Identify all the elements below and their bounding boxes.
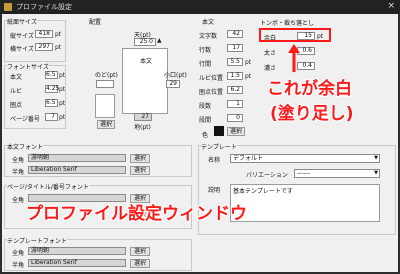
columns-label: 段数 (199, 103, 212, 110)
mouth-label: 小口(pt) (164, 72, 187, 79)
preview-body-label: 本文 (140, 58, 153, 65)
profile-settings-window: 紙面サイズ 縦サイズ 418 pt 横サイズ 297 pt フォントサイズ 本文… (2, 14, 398, 272)
callout-line1: これが余白 (267, 79, 352, 99)
width-unit: pt (55, 44, 62, 51)
app-icon (4, 3, 12, 11)
template-font-fw-label: 全角 (12, 250, 25, 257)
template-header: テンプレート (201, 142, 237, 151)
gutter-label: のど(pt) (95, 72, 118, 79)
column-gap-input[interactable]: 0 (227, 114, 243, 122)
layout-select-button[interactable]: 選択 (97, 120, 115, 129)
font-body-input[interactable]: 6.5 (45, 71, 58, 79)
paper-size-header: 紙面サイズ (7, 17, 37, 26)
body-font-fw-field[interactable]: 游明朝 (28, 154, 126, 162)
title-bar: プロファイル設定 × (0, 0, 400, 14)
bleed-highlight (259, 28, 331, 42)
bottom-margin-label: 地(pt) (134, 124, 151, 131)
ruby-pos-label: ルビ位置 (199, 75, 224, 82)
font-dot-unit: pt (59, 100, 66, 107)
top-margin-spin[interactable]: ▲ (157, 37, 162, 44)
paper-size-group (4, 20, 66, 62)
font-ruby-label: ルビ (10, 88, 23, 95)
height-unit: pt (55, 31, 62, 38)
color-swatch[interactable] (214, 126, 224, 136)
body-font-hw-field[interactable]: Liberation Serif (28, 166, 126, 174)
callout-arrow-icon (288, 44, 300, 72)
height-label: 縦サイズ (10, 33, 34, 40)
font-ruby-input[interactable]: 4.25 (45, 85, 59, 93)
template-name-select[interactable]: デフォルト ▼ (230, 154, 380, 163)
line-spacing-input[interactable]: 5.5 (227, 58, 243, 66)
template-variation-select[interactable]: ------ ▼ (294, 169, 380, 178)
layout-header: 配置 (89, 19, 102, 26)
template-font-fw-field[interactable]: 游明朝 (28, 247, 126, 255)
thickness-label: 太さ (264, 50, 277, 57)
density-label: 濃さ (264, 65, 277, 72)
width-input[interactable]: 297 (35, 43, 53, 51)
columns-input[interactable]: 1 (227, 100, 243, 108)
page-font-header: ページ/タイトル/番号フォント (7, 182, 89, 191)
line-spacing-unit: pt (245, 59, 252, 66)
font-page-label: ページ番号 (10, 116, 40, 123)
line-spacing-label: 行間 (199, 61, 212, 68)
font-dot-input[interactable]: 6.5 (45, 99, 58, 107)
template-name-label: 名称 (208, 157, 221, 164)
body-color-select-button[interactable]: 選択 (227, 127, 245, 136)
font-ruby-unit: pt (59, 86, 66, 93)
top-margin-input[interactable]: 25.0 (134, 38, 156, 46)
body-font-fw-label: 全角 (12, 157, 25, 164)
template-font-hw-field[interactable]: Liberation Serif (28, 259, 126, 267)
body-font-fw-select-button[interactable]: 選択 (130, 154, 150, 163)
width-label: 横サイズ (10, 46, 34, 53)
dot-pos-label: 圏点位置 (199, 89, 224, 96)
body-font-hw-label: 半角 (12, 169, 25, 176)
template-font-hw-label: 半角 (12, 262, 25, 269)
window-title: プロファイル設定 (16, 3, 72, 11)
template-desc-textarea[interactable]: 基本テンプレートです (230, 184, 380, 222)
template-font-hw-select-button[interactable]: 選択 (130, 259, 150, 268)
body-font-header: 本文フォント (7, 142, 44, 151)
lines-label: 行数 (199, 47, 212, 54)
window-caption: プロファイル設定ウィンドウ (26, 204, 247, 224)
height-input[interactable]: 418 (35, 30, 53, 38)
gutter-input[interactable] (96, 80, 114, 88)
color-preview (95, 94, 115, 118)
chevron-down-icon: ▼ (374, 155, 378, 161)
font-page-input[interactable]: 7 (45, 113, 58, 121)
chars-input[interactable]: 42 (227, 30, 243, 38)
font-body-unit: pt (59, 72, 66, 79)
template-variation-value: ------ (297, 170, 310, 177)
lines-input[interactable]: 17 (227, 44, 243, 52)
font-page-unit: pt (59, 114, 66, 121)
template-font-fw-select-button[interactable]: 選択 (130, 247, 150, 256)
dot-pos-input[interactable]: 6.2 (227, 86, 243, 94)
bottom-margin-input[interactable]: 27 (134, 113, 152, 121)
font-dot-label: 圏点 (10, 102, 23, 109)
body-header: 本文 (202, 19, 215, 26)
chars-label: 文字数 (199, 33, 218, 40)
body-font-hw-select-button[interactable]: 選択 (130, 166, 150, 175)
color-label: 色 (202, 132, 209, 139)
ruby-pos-input[interactable]: 1.5 (227, 72, 243, 80)
close-icon[interactable]: × (387, 1, 395, 11)
ruby-pos-unit: pt (245, 73, 252, 80)
column-gap-label: 段間 (199, 117, 212, 124)
callout-line2: (塗り足し) (270, 104, 354, 124)
page-font-fw-label: 全角 (12, 197, 25, 204)
template-desc-label: 説明 (208, 187, 221, 194)
chevron-down-icon: ▼ (374, 170, 378, 176)
mouth-input[interactable]: 29 (166, 80, 180, 88)
trim-header: トンボ・裁ち落とし (260, 20, 315, 27)
template-font-header: テンプレートフォント (7, 236, 67, 245)
font-size-header: フォントサイズ (7, 62, 49, 71)
font-body-label: 本文 (10, 74, 23, 81)
template-name-value: デフォルト (233, 155, 264, 162)
template-variation-label: バリエーション (246, 172, 288, 179)
